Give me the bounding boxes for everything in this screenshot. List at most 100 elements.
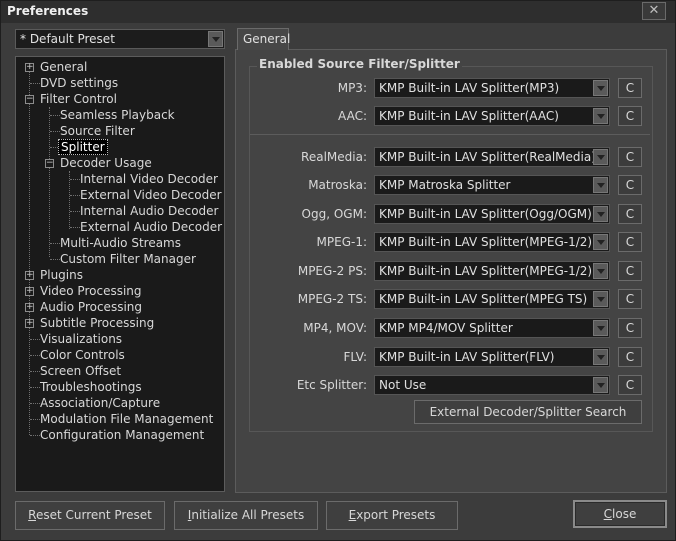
expand-icon[interactable]: + xyxy=(25,271,34,280)
tree-item-decoder-usage[interactable]: Decoder Usage xyxy=(60,155,152,171)
chevron-down-icon[interactable] xyxy=(593,234,608,250)
config-button-mp4[interactable]: C xyxy=(618,318,642,338)
init-label: nitialize All Presets xyxy=(191,508,305,522)
tree-item-audio-processing[interactable]: Audio Processing xyxy=(40,299,142,315)
tree-item-source-filter[interactable]: Source Filter xyxy=(60,123,135,139)
settings-tree: + General DVD settings − Filter Control … xyxy=(15,56,225,492)
config-button-mpeg2-ts[interactable]: C xyxy=(618,289,642,309)
expand-icon[interactable]: + xyxy=(25,319,34,328)
reset-label: eset Current Preset xyxy=(35,508,152,522)
splitter-select-mpeg2-ps[interactable]: KMP Built-in LAV Splitter(MPEG-1/2) xyxy=(374,261,610,281)
select-value: KMP Built-in LAV Splitter(MPEG-1/2) xyxy=(379,235,593,249)
external-decoder-search-button[interactable]: External Decoder/Splitter Search xyxy=(414,400,642,424)
tree-item-color-controls[interactable]: Color Controls xyxy=(40,347,125,363)
tree-item-internal-video-decoder[interactable]: Internal Video Decoder xyxy=(80,171,218,187)
chevron-down-icon[interactable] xyxy=(593,320,608,336)
splitter-select-realmedia[interactable]: KMP Built-in LAV Splitter(RealMedia) xyxy=(374,147,610,167)
window-title: Preferences xyxy=(7,4,89,18)
tree-item-custom-filter-manager[interactable]: Custom Filter Manager xyxy=(60,251,196,267)
export-presets-button[interactable]: Export Presets xyxy=(326,501,458,530)
config-button-mp3[interactable]: C xyxy=(618,78,642,98)
tree-item-modulation-file-management[interactable]: Modulation File Management xyxy=(40,411,213,427)
splitter-select-mpeg2-ts[interactable]: KMP Built-in LAV Splitter(MPEG TS) xyxy=(374,289,610,309)
reset-mnemonic: R xyxy=(28,508,36,522)
expand-icon[interactable]: + xyxy=(25,287,34,296)
collapse-icon[interactable]: − xyxy=(45,159,54,168)
config-button-matroska[interactable]: C xyxy=(618,175,642,195)
reset-preset-button[interactable]: Reset Current Preset xyxy=(15,501,165,530)
row-label-realmedia: RealMedia: xyxy=(301,150,367,164)
preset-select[interactable]: * Default Preset xyxy=(15,29,225,49)
tree-item-seamless-playback[interactable]: Seamless Playback xyxy=(60,107,175,123)
config-button-flv[interactable]: C xyxy=(618,347,642,367)
chevron-down-icon[interactable] xyxy=(208,31,223,47)
config-button-etc[interactable]: C xyxy=(618,375,642,395)
tree-item-internal-audio-decoder[interactable]: Internal Audio Decoder xyxy=(80,203,218,219)
tree-item-visualizations[interactable]: Visualizations xyxy=(40,331,122,347)
config-button-realmedia[interactable]: C xyxy=(618,147,642,167)
tree-line xyxy=(50,147,58,148)
chevron-down-icon[interactable] xyxy=(593,149,608,165)
config-button-ogg[interactable]: C xyxy=(618,204,642,224)
chevron-down-icon[interactable] xyxy=(593,177,608,193)
tree-item-troubleshootings[interactable]: Troubleshootings xyxy=(40,379,142,395)
chevron-down-icon[interactable] xyxy=(593,206,608,222)
tree-item-external-video-decoder[interactable]: External Video Decoder xyxy=(80,187,222,203)
tree-item-subtitle-processing[interactable]: Subtitle Processing xyxy=(40,315,154,331)
tree-line xyxy=(70,227,80,228)
tree-line xyxy=(70,211,80,212)
tree-line xyxy=(30,419,40,420)
chevron-down-icon[interactable] xyxy=(593,349,608,365)
tab-general[interactable]: General xyxy=(237,28,290,50)
tree-item-configuration-management[interactable]: Configuration Management xyxy=(40,427,204,443)
config-button-mpeg2-ps[interactable]: C xyxy=(618,261,642,281)
tree-item-screen-offset[interactable]: Screen Offset xyxy=(40,363,121,379)
row-label-ogg: Ogg, OGM: xyxy=(301,207,367,221)
splitter-select-ogg[interactable]: KMP Built-in LAV Splitter(Ogg/OGM) xyxy=(374,204,610,224)
tree-item-external-audio-decoder[interactable]: External Audio Decoder xyxy=(80,219,222,235)
splitter-select-matroska[interactable]: KMP Matroska Splitter xyxy=(374,175,610,195)
select-value: KMP MP4/MOV Splitter xyxy=(379,321,513,335)
splitter-select-mpeg1[interactable]: KMP Built-in LAV Splitter(MPEG-1/2) xyxy=(374,232,610,252)
preferences-window: Preferences ✕ * Default Preset + General… xyxy=(0,0,676,541)
splitter-select-mp4[interactable]: KMP MP4/MOV Splitter xyxy=(374,318,610,338)
collapse-icon[interactable]: − xyxy=(25,95,34,104)
select-value: KMP Built-in LAV Splitter(AAC) xyxy=(379,109,559,123)
splitter-select-etc[interactable]: Not Use xyxy=(374,375,610,395)
tree-item-plugins[interactable]: Plugins xyxy=(40,267,83,283)
tree-line xyxy=(70,195,80,196)
tree-line xyxy=(30,339,40,340)
chevron-down-icon[interactable] xyxy=(593,80,608,96)
tree-line xyxy=(30,371,40,372)
config-button-aac[interactable]: C xyxy=(618,106,642,126)
tree-line xyxy=(30,435,40,436)
tree-item-general[interactable]: General xyxy=(40,59,87,75)
row-label-etc-splitter: Etc Splitter: xyxy=(296,378,367,392)
tree-item-filter-control[interactable]: Filter Control xyxy=(40,91,117,107)
tree-item-multi-audio-streams[interactable]: Multi-Audio Streams xyxy=(60,235,181,251)
tree-line xyxy=(30,387,40,388)
chevron-down-icon[interactable] xyxy=(593,377,608,393)
config-button-mpeg1[interactable]: C xyxy=(618,232,642,252)
select-value: Not Use xyxy=(379,378,427,392)
expand-icon[interactable]: + xyxy=(25,303,34,312)
tree-item-association-capture[interactable]: Association/Capture xyxy=(40,395,160,411)
select-value: KMP Built-in LAV Splitter(FLV) xyxy=(379,350,555,364)
splitter-select-flv[interactable]: KMP Built-in LAV Splitter(FLV) xyxy=(374,347,610,367)
splitter-select-aac[interactable]: KMP Built-in LAV Splitter(AAC) xyxy=(374,106,610,126)
expand-icon[interactable]: + xyxy=(25,63,34,72)
close-icon[interactable]: ✕ xyxy=(642,2,666,20)
initialize-presets-button[interactable]: Initialize All Presets xyxy=(174,501,318,530)
tree-line xyxy=(49,107,50,257)
tree-item-dvd-settings[interactable]: DVD settings xyxy=(40,75,118,91)
chevron-down-icon[interactable] xyxy=(593,108,608,124)
tree-line xyxy=(50,259,60,260)
tree-item-splitter[interactable]: Splitter xyxy=(58,139,108,155)
tree-item-video-processing[interactable]: Video Processing xyxy=(40,283,142,299)
row-label-matroska: Matroska: xyxy=(308,178,367,192)
row-label-flv: FLV: xyxy=(343,350,367,364)
chevron-down-icon[interactable] xyxy=(593,291,608,307)
splitter-select-mp3[interactable]: KMP Built-in LAV Splitter(MP3) xyxy=(374,78,610,98)
close-button[interactable]: Close xyxy=(573,500,667,528)
chevron-down-icon[interactable] xyxy=(593,263,608,279)
